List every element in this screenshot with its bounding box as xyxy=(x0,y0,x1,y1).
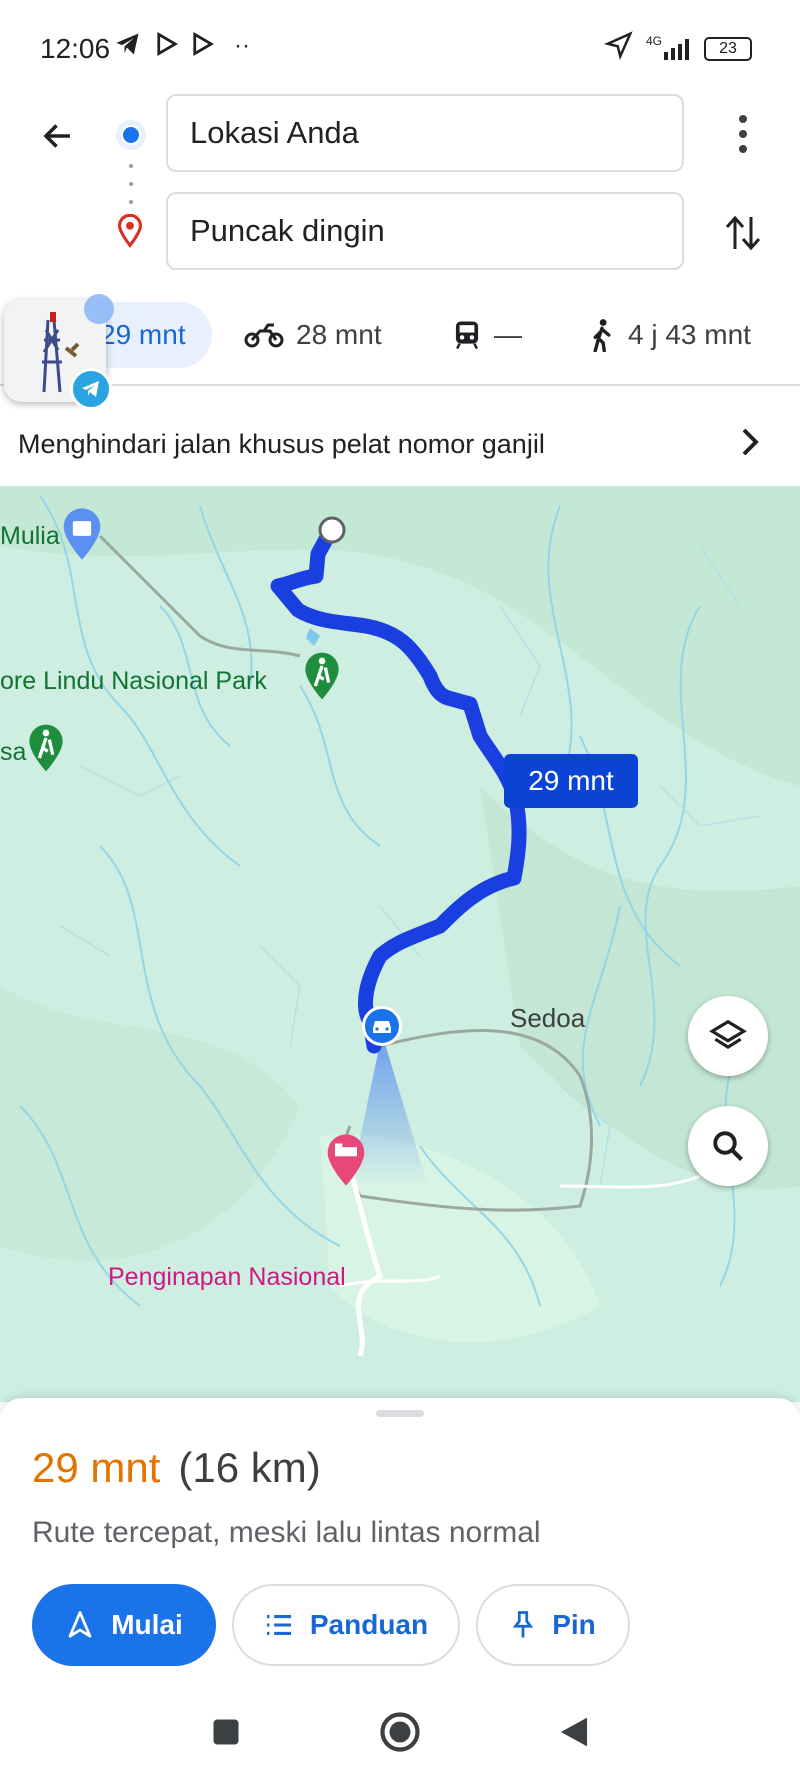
eta-distance: (16 km) xyxy=(178,1444,321,1491)
guide-label: Panduan xyxy=(309,1609,429,1640)
search-along-route-button[interactable] xyxy=(688,1106,768,1186)
swap-icon[interactable] xyxy=(718,205,768,261)
map-label-park[interactable]: ore Lindu Nasional Park xyxy=(0,667,267,696)
recent-apps-button[interactable] xyxy=(198,1704,254,1760)
layers-icon xyxy=(709,1019,747,1049)
battery-level: 23 xyxy=(719,40,737,57)
sheet-drag-handle[interactable] xyxy=(376,1410,424,1417)
map-label-mulia[interactable]: Mulia xyxy=(0,522,60,551)
map-label-sa[interactable]: sa xyxy=(0,738,26,767)
tab-car-time: 29 mnt xyxy=(100,319,186,350)
back-nav-button[interactable] xyxy=(546,1704,602,1760)
route-option-notice[interactable]: Menghindari jalan khusus pelat nomor gan… xyxy=(0,404,800,484)
transit-icon xyxy=(455,321,479,350)
start-button[interactable]: Mulai xyxy=(32,1584,216,1666)
travel-mode-tabs: 29 mnt 28 mnt — 4 j 43 mnt xyxy=(0,292,800,386)
back-arrow-icon xyxy=(43,124,70,148)
tab-transit[interactable]: — xyxy=(452,302,522,368)
status-bar: 12:06 ·· 4G 23 xyxy=(0,0,800,90)
tab-motorcycle-time: 28 mnt xyxy=(296,319,382,350)
destination-field[interactable]: Puncak dingin xyxy=(166,192,684,270)
hotel-poi-icon[interactable] xyxy=(324,1130,368,1190)
search-icon xyxy=(713,1131,743,1161)
current-location-marker xyxy=(362,1006,402,1046)
map-label-penginapan[interactable]: Penginapan Nasional xyxy=(108,1263,346,1292)
directions-list-button[interactable]: Panduan xyxy=(232,1584,460,1666)
route-option-text: Menghindari jalan khusus pelat nomor gan… xyxy=(18,428,545,459)
battery-icon: 23 xyxy=(704,37,752,61)
route-eta: 29 mnt (16 km) xyxy=(32,1444,321,1492)
hiking-poi-icon[interactable] xyxy=(26,720,66,776)
tab-motorcycle[interactable]: 28 mnt xyxy=(244,302,382,368)
hiking-poi-icon[interactable] xyxy=(302,648,342,704)
pin-button[interactable]: Pin xyxy=(476,1584,630,1666)
tab-walk[interactable]: 4 j 43 mnt xyxy=(588,302,751,368)
tab-walk-time: 4 j 43 mnt xyxy=(628,319,751,350)
chevron-right-icon xyxy=(742,428,759,456)
route-time-callout-text: 29 mnt xyxy=(528,765,614,796)
bubble-indicator xyxy=(84,294,114,324)
home-button[interactable] xyxy=(372,1704,428,1760)
status-time: 12:06 xyxy=(40,33,111,64)
shopping-poi-icon[interactable] xyxy=(60,506,104,562)
list-icon xyxy=(266,1615,291,1635)
origin-field[interactable]: Lokasi Anda xyxy=(166,94,684,172)
origin-dot-icon xyxy=(116,120,146,150)
route-time-callout[interactable]: 29 mnt xyxy=(504,754,638,808)
back-button[interactable] xyxy=(30,108,86,164)
pin-icon xyxy=(512,1611,534,1638)
layers-button[interactable] xyxy=(688,996,768,1076)
pin-label: Pin xyxy=(552,1609,596,1640)
signal-icon xyxy=(664,39,689,60)
motorcycle-icon xyxy=(244,323,284,348)
navigate-icon xyxy=(68,1611,92,1638)
square-icon xyxy=(213,1719,239,1745)
play-store-icon xyxy=(157,31,178,57)
route-end-marker xyxy=(318,516,346,544)
home-circle-icon xyxy=(380,1712,420,1752)
more-notifications-icon: ·· xyxy=(234,32,250,59)
system-nav-bar xyxy=(0,1688,800,1778)
car-icon xyxy=(373,1021,391,1033)
walk-icon xyxy=(593,319,611,352)
start-label: Mulai xyxy=(111,1609,183,1640)
destination-pin-icon xyxy=(117,214,143,248)
telegram-status-icon xyxy=(116,33,139,55)
location-arrow-icon xyxy=(604,31,633,60)
route-dots xyxy=(128,164,134,204)
eta-time: 29 mnt xyxy=(32,1444,161,1491)
play-store-icon xyxy=(193,31,214,57)
back-triangle-icon xyxy=(560,1717,588,1747)
route-description: Rute tercepat, meski lalu lintas normal xyxy=(32,1516,541,1549)
map-label-sedoa: Sedoa xyxy=(510,1003,586,1033)
more-options-button[interactable] xyxy=(718,106,768,162)
tab-transit-time: — xyxy=(494,319,522,350)
